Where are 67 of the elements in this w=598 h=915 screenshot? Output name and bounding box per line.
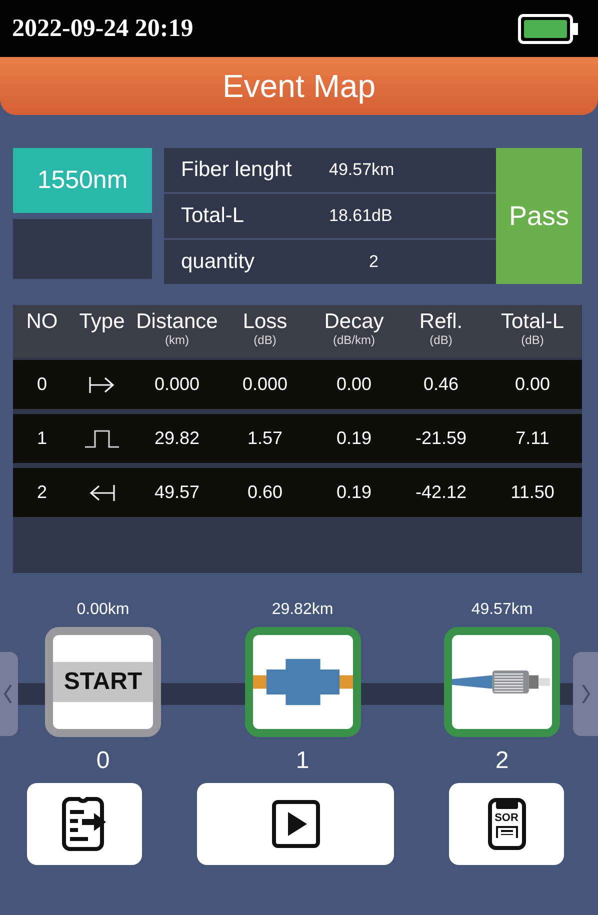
export-button[interactable] bbox=[27, 783, 142, 865]
event-tile[interactable] bbox=[244, 627, 360, 737]
table-cell-text: 11.50 bbox=[510, 482, 556, 503]
column-header: Refl. bbox=[419, 311, 463, 333]
column-header: Total-L bbox=[500, 311, 564, 333]
save-sor-button[interactable]: SOR bbox=[449, 783, 564, 865]
event-number: 2 bbox=[495, 747, 509, 775]
event-distance: 49.57km bbox=[471, 601, 533, 620]
wavelength-label: 1550nm bbox=[13, 148, 152, 213]
table-cell-text: 0.000 bbox=[153, 374, 201, 395]
table-cell-text: 0 bbox=[36, 374, 48, 395]
event-tile[interactable] bbox=[444, 627, 560, 737]
summary-value: 49.57km bbox=[329, 160, 394, 180]
pulse-icon bbox=[84, 428, 120, 448]
play-button[interactable] bbox=[197, 783, 394, 865]
summary-value: 2 bbox=[368, 252, 378, 272]
table-cell-text: -42.12 bbox=[414, 482, 468, 503]
table-cell-text: 0.19 bbox=[335, 482, 373, 503]
date-time: 2022-09-24 20:19 bbox=[12, 14, 194, 42]
battery-icon bbox=[518, 14, 580, 44]
column-header: Distance bbox=[136, 311, 218, 333]
column-header: NO bbox=[26, 311, 58, 333]
connector-icon bbox=[252, 658, 352, 706]
table-cell-text: 0.000 bbox=[241, 374, 289, 395]
fiber-connector-icon bbox=[452, 669, 552, 695]
table-cell-text: 0.19 bbox=[335, 428, 373, 449]
chevron-left-icon bbox=[3, 683, 13, 705]
table-cell-text: 0.60 bbox=[246, 482, 284, 503]
end-arrow-icon bbox=[88, 482, 116, 502]
table-row[interactable]: 0 0.000 0.000 0.00 0.46 0.00 bbox=[13, 360, 582, 409]
table-cell-text: 0.00 bbox=[335, 374, 373, 395]
column-unit: (dB/km) bbox=[333, 333, 375, 347]
event-number: 0 bbox=[96, 747, 110, 775]
summary-value: 18.61dB bbox=[329, 206, 392, 226]
column-unit: (dB) bbox=[254, 333, 276, 347]
summary-label: Fiber lenght bbox=[181, 158, 293, 182]
event-tile[interactable]: START bbox=[45, 627, 161, 737]
launch-arrow-icon bbox=[88, 374, 116, 394]
event-distance: 29.82km bbox=[272, 601, 334, 620]
table-cell-text: 7.11 bbox=[514, 428, 550, 449]
table-cell-text: 2 bbox=[36, 482, 48, 503]
sor-file-icon: SOR bbox=[488, 798, 526, 850]
column-header: Loss bbox=[242, 311, 288, 333]
table-cell-text: 1 bbox=[36, 428, 48, 449]
column-unit: (km) bbox=[165, 333, 189, 347]
play-icon bbox=[272, 800, 320, 848]
page-title: Event Map bbox=[222, 68, 376, 104]
result-badge: Pass bbox=[496, 148, 582, 284]
document-export-icon bbox=[62, 797, 108, 851]
column-unit: (dB) bbox=[430, 333, 452, 347]
table-cell-text: -21.59 bbox=[414, 428, 468, 449]
summary-label: Total-L bbox=[181, 204, 246, 228]
column-header: Decay bbox=[324, 311, 384, 333]
summary-label: quantity bbox=[181, 250, 256, 274]
table-cell-text: 49.57 bbox=[153, 482, 201, 503]
table-cell-text: 0.00 bbox=[514, 374, 552, 395]
table-cell-text: 0.46 bbox=[422, 374, 460, 395]
start-label: START bbox=[53, 662, 153, 702]
table-cell-text: 1.57 bbox=[246, 428, 284, 449]
table-row[interactable]: 2 49.57 0.60 0.19 -42.12 11.50 bbox=[13, 468, 582, 517]
event-number: 1 bbox=[296, 747, 310, 775]
event-distance: 0.00km bbox=[76, 601, 130, 620]
table-row[interactable]: 1 29.82 1.57 0.19 -21.59 7.11 bbox=[13, 414, 582, 463]
column-unit: (dB) bbox=[521, 333, 544, 347]
table-cell-text: 29.82 bbox=[153, 428, 201, 449]
chevron-right-icon bbox=[580, 683, 590, 705]
column-header: Type bbox=[79, 311, 125, 333]
